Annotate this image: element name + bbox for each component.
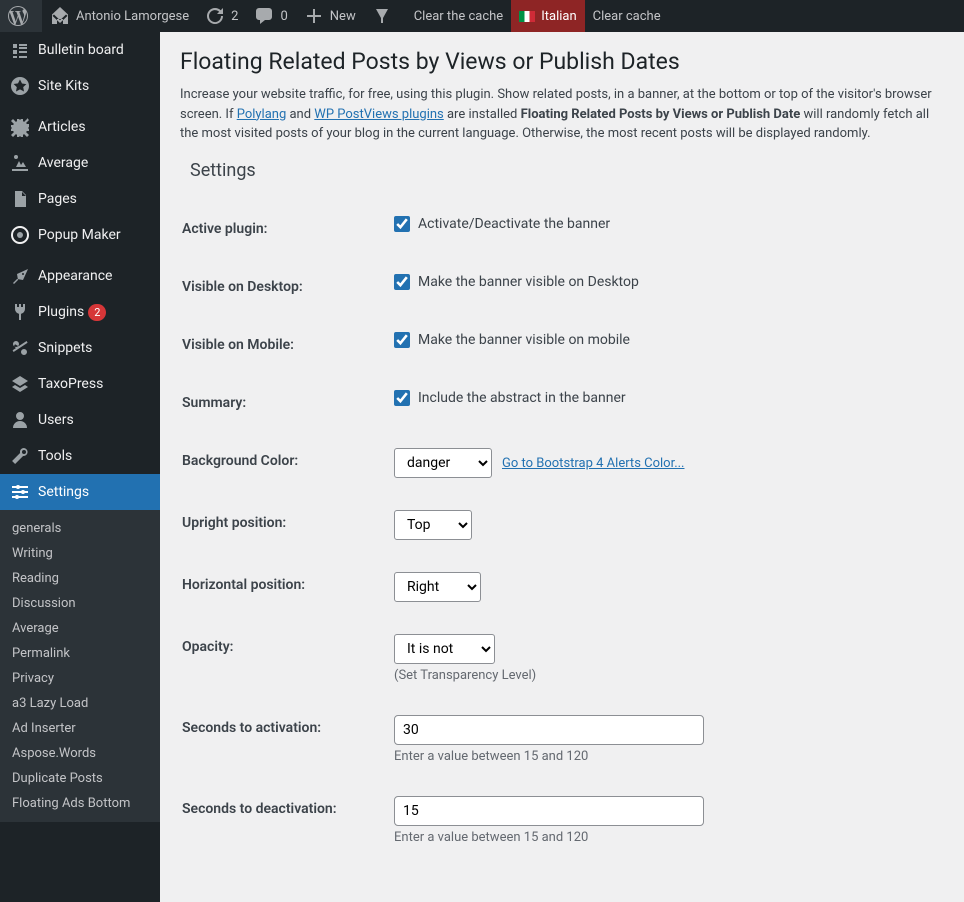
sidebar-item-label: Plugins [38,304,84,320]
sidebar-item-plugins[interactable]: Plugins2 [0,294,160,330]
label-seconds-deactivation: Seconds to deactivation: [182,781,382,860]
hint-seconds-activation: Enter a value between 15 and 120 [394,749,932,764]
sidebar-item-tools[interactable]: Tools [0,438,160,474]
new-button[interactable]: New [296,0,364,32]
checkbox-visible-mobile[interactable] [394,332,410,348]
sidebar-item-sitekits[interactable]: Site Kits [0,68,160,104]
sidebar-item-appearance[interactable]: Appearance [0,258,160,294]
sidebar-item-label: Users [38,412,74,428]
sidebar-item-users[interactable]: Users [0,402,160,438]
submenu-discussion[interactable]: Discussion [0,591,160,616]
checkbox-active-plugin[interactable] [394,216,410,232]
sidebar-item-label: Popup Maker [38,227,121,243]
sidebar-item-pages[interactable]: Pages [0,181,160,217]
submenu-permalink[interactable]: Permalink [0,641,160,666]
label-visible-mobile: Visible on Mobile: [182,317,382,373]
select-bg-color[interactable]: danger [394,448,492,478]
checkbox-summary[interactable] [394,390,410,406]
label-visible-desktop: Visible on Desktop: [182,259,382,315]
input-seconds-activation[interactable] [394,715,704,745]
page-description: Increase your website traffic, for free,… [180,85,944,144]
sidebar-item-bulletin[interactable]: Bulletin board [0,32,160,68]
sidebar-item-taxopress[interactable]: TaxoPress [0,366,160,402]
sidebar-item-snippets[interactable]: Snippets [0,330,160,366]
sidebar-item-label: Site Kits [38,78,89,94]
hint-opacity: (Set Transparency Level) [394,668,932,683]
label-upright: Upright position: [182,495,382,555]
label-active-plugin: Active plugin: [182,201,382,257]
sidebar-item-label: Bulletin board [38,42,124,58]
clear-cache-1[interactable]: Clear the cache [406,0,511,32]
sidebar-item-label: TaxoPress [38,376,103,392]
submenu-average[interactable]: Average [0,616,160,641]
sidebar-item-articles[interactable]: Articles [0,109,160,145]
sidebar-item-label: Tools [38,448,72,464]
sidebar-item-settings[interactable]: Settings [0,474,160,510]
sidebar-item-label: Average [38,155,88,171]
input-seconds-deactivation[interactable] [394,796,704,826]
submenu-duplicate[interactable]: Duplicate Posts [0,766,160,791]
settings-submenu: generals Writing Reading Discussion Aver… [0,510,160,822]
sidebar-item-label: Pages [38,191,77,207]
refresh-count: 2 [231,9,238,24]
label-summary: Summary: [182,375,382,431]
submenu-floating[interactable]: Floating Ads Bottom [0,791,160,816]
sidebar-item-label: Articles [38,119,86,135]
polylang-link[interactable]: Polylang [237,107,287,122]
italian-flag-icon [519,11,535,22]
sidebar-item-popup[interactable]: Popup Maker [0,217,160,253]
sidebar-item-label: Appearance [38,268,112,284]
select-opacity[interactable]: It is not [394,634,495,664]
plugins-badge: 2 [88,304,106,321]
submenu-reading[interactable]: Reading [0,566,160,591]
label-seconds-activation: Seconds to activation: [182,700,382,779]
submenu-privacy[interactable]: Privacy [0,666,160,691]
refresh-button[interactable]: 2 [197,0,246,32]
site-name: Antonio Lamorgese [76,9,189,24]
wp-postviews-link[interactable]: WP PostViews plugins [314,107,443,122]
sidebar-item-label: Settings [38,484,89,500]
admin-sidebar: Bulletin board Site Kits Articles Averag… [0,32,160,902]
settings-heading: Settings [190,160,944,181]
checkbox-visible-desktop[interactable] [394,274,410,290]
yoast-icon[interactable] [364,0,406,32]
site-name-link[interactable]: Antonio Lamorgese [42,0,197,32]
select-horizontal[interactable]: Right [394,572,481,602]
select-upright[interactable]: Top [394,510,472,540]
new-label: New [330,9,356,24]
label-bg-color: Background Color: [182,433,382,493]
label-horizontal: Horizontal position: [182,557,382,617]
submenu-generals[interactable]: generals [0,516,160,541]
main-content: Floating Related Posts by Views or Publi… [160,32,964,902]
submenu-adinserter[interactable]: Ad Inserter [0,716,160,741]
comments-link[interactable]: 0 [246,0,295,32]
language-italian[interactable]: Italian [511,0,584,32]
submenu-aspose[interactable]: Aspose.Words [0,741,160,766]
admin-toolbar: Antonio Lamorgese 2 0 New Clear the cach… [0,0,964,32]
label-opacity: Opacity: [182,619,382,698]
clear-cache-2[interactable]: Clear cache [585,0,669,32]
submenu-a3lazy[interactable]: a3 Lazy Load [0,691,160,716]
sidebar-item-average[interactable]: Average [0,145,160,181]
page-title: Floating Related Posts by Views or Publi… [180,42,944,75]
comments-count: 0 [280,9,287,24]
wp-logo[interactable] [0,0,42,32]
submenu-writing[interactable]: Writing [0,541,160,566]
bootstrap-colors-link[interactable]: Go to Bootstrap 4 Alerts Color... [502,456,684,471]
hint-seconds-deactivation: Enter a value between 15 and 120 [394,830,932,845]
sidebar-item-label: Snippets [38,340,92,356]
